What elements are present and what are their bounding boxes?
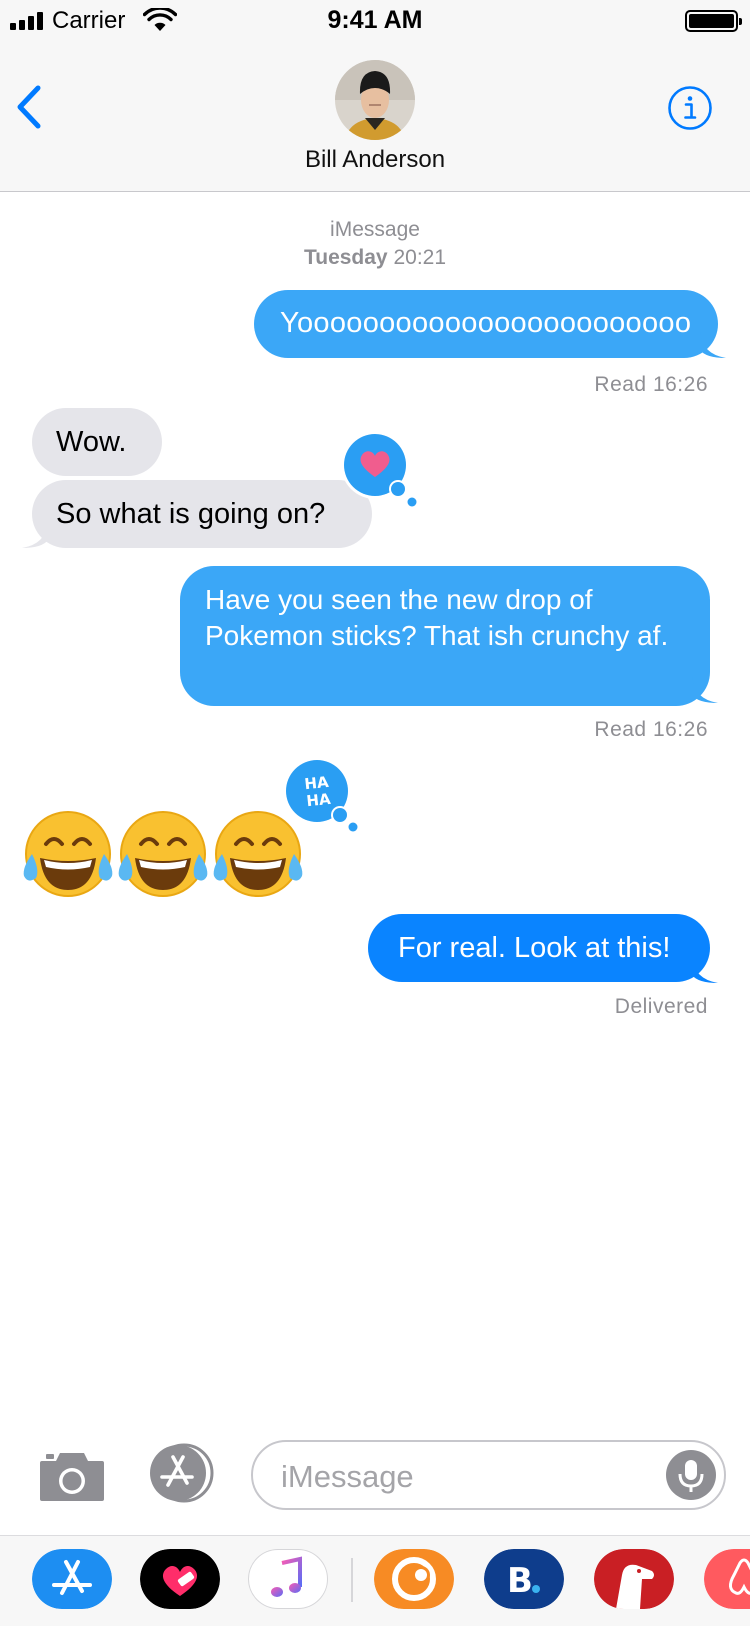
chevron-left-icon[interactable]	[14, 82, 48, 132]
thread-date-time: 20:21	[393, 246, 447, 269]
contact-avatar[interactable]	[335, 60, 415, 140]
airbnb-app-icon[interactable]	[704, 1549, 750, 1609]
thread-date: Tuesday 20:21	[0, 246, 750, 270]
outgoing-message[interactable]: Have you seen the new drop of Pokemon st…	[180, 566, 710, 706]
booking-app-icon[interactable]: B	[484, 1549, 564, 1609]
incoming-message[interactable]: Wow.	[32, 408, 162, 476]
service-label: iMessage	[330, 218, 420, 241]
microphone-glyph	[678, 1460, 704, 1492]
status-time: 9:41 AM	[327, 6, 423, 34]
incoming-message[interactable]: So what is going on?	[32, 480, 372, 548]
app-drawer: B	[0, 1535, 750, 1626]
outgoing-message[interactable]: Yoooooooooooooooooooooooo	[254, 290, 718, 358]
info-icon[interactable]	[667, 85, 713, 131]
message-input[interactable]: iMessage	[251, 1440, 726, 1510]
camera-icon[interactable]	[38, 1447, 106, 1503]
outgoing-message[interactable]: For real. Look at this!	[368, 914, 710, 982]
read-receipt: Read 16:26	[594, 373, 708, 396]
puppy-app-icon[interactable]	[594, 1549, 674, 1609]
bubble-tail	[22, 522, 48, 548]
status-bar: Carrier 9:41 AM	[0, 0, 750, 40]
laughing-emoji-message[interactable]	[22, 804, 312, 904]
read-receipt: Read 16:26	[594, 718, 708, 741]
digital-touch-app-icon[interactable]	[140, 1549, 220, 1609]
app-store-app-icon[interactable]	[32, 1549, 112, 1609]
bubble-tail	[692, 677, 718, 703]
thread-date-day: Tuesday	[303, 246, 388, 269]
svg-text:B: B	[507, 1561, 533, 1601]
delivered-receipt: Delivered	[614, 995, 708, 1018]
microphone-icon[interactable]	[666, 1450, 716, 1500]
contact-name[interactable]: Bill Anderson	[0, 146, 750, 174]
drawer-divider	[351, 1558, 353, 1602]
conversation-header: Bill Anderson	[0, 40, 750, 192]
bubble-tail	[692, 957, 718, 983]
crunchyroll-app-icon[interactable]	[374, 1549, 454, 1609]
message-input-placeholder: iMessage	[281, 1459, 414, 1494]
bubble-tail	[700, 332, 726, 358]
app-store-icon[interactable]	[146, 1443, 218, 1503]
music-app-icon[interactable]	[248, 1549, 328, 1609]
battery-icon	[685, 10, 742, 32]
heart-tapback-icon[interactable]	[340, 430, 422, 510]
